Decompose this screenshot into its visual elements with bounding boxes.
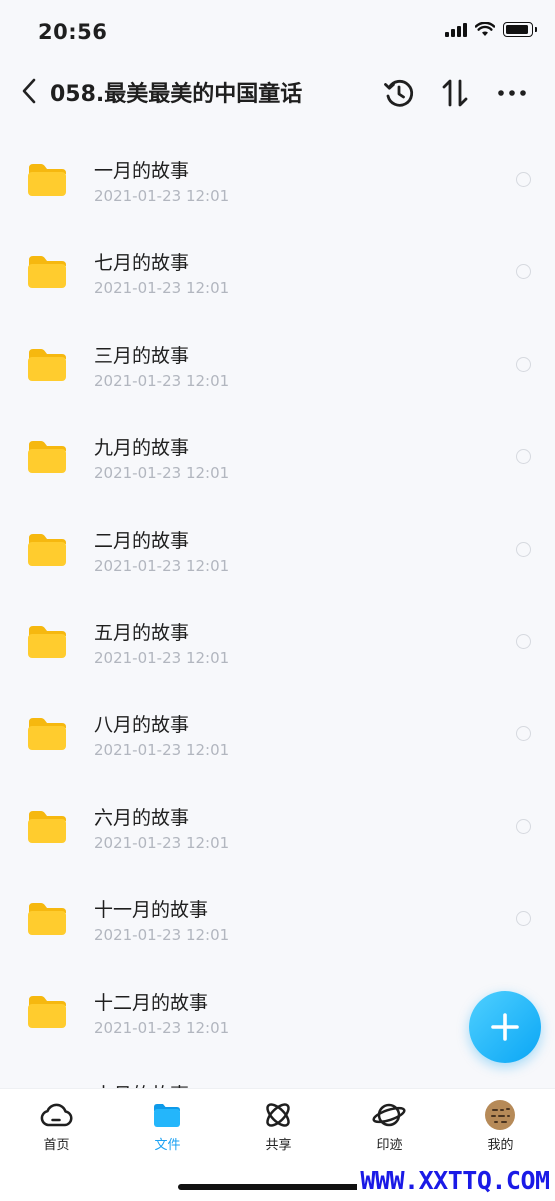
file-name: 三月的故事 [94, 344, 190, 367]
watermark: WWW.XXTTQ.COM [357, 1165, 553, 1197]
file-name: 二月的故事 [94, 529, 190, 552]
history-icon [384, 79, 414, 107]
select-radio[interactable] [516, 818, 531, 834]
folder-icon [28, 348, 66, 381]
list-item[interactable]: 七月的故事 2021-01-23 12:01 [0, 214, 555, 306]
select-radio[interactable] [516, 356, 531, 372]
select-radio[interactable] [516, 633, 531, 649]
file-date: 2021-01-23 12:01 [94, 187, 230, 205]
file-date: 2021-01-23 12:01 [94, 648, 230, 667]
list-item[interactable]: 二月的故事 2021-01-23 12:01 [0, 492, 555, 584]
cloud-home-icon [39, 1099, 73, 1131]
file-name: 十一月的故事 [94, 899, 209, 922]
list-item[interactable]: 五月的故事 2021-01-23 12:01 [0, 584, 555, 676]
avatar [483, 1099, 517, 1131]
home-indicator [178, 1184, 378, 1190]
file-date: 2021-01-23 12:01 [94, 464, 230, 483]
file-date: 2021-01-23 12:01 [94, 371, 230, 390]
wifi-icon [475, 22, 495, 36]
chevron-left-icon [22, 78, 36, 104]
folder-icon [28, 625, 66, 658]
add-button[interactable] [469, 991, 541, 1063]
back-button[interactable] [14, 74, 44, 108]
status-bar: 20:56 [0, 0, 555, 62]
more-icon [498, 90, 526, 96]
select-radio[interactable] [516, 541, 531, 557]
list-item[interactable]: 十一月的故事 2021-01-23 12:01 [0, 861, 555, 953]
list-item[interactable]: 十月的故事 [0, 1046, 555, 1088]
file-name: 七月的故事 [94, 252, 190, 275]
tab-footprint-label: 印迹 [376, 1138, 403, 1153]
file-date: 2021-01-23 12:01 [94, 279, 230, 298]
select-radio[interactable] [516, 264, 531, 280]
file-name: 五月的故事 [94, 621, 190, 644]
folder-icon [28, 995, 66, 1028]
file-name: 六月的故事 [94, 806, 190, 829]
select-radio[interactable] [516, 172, 531, 187]
folder-icon [28, 533, 66, 566]
file-date: 2021-01-23 12:01 [94, 741, 230, 760]
planet-icon [372, 1099, 406, 1131]
file-name: 十月的故事 [94, 1080, 189, 1088]
folder-icon [28, 164, 66, 196]
cellular-signal-icon [445, 22, 467, 37]
sort-icon [442, 79, 468, 107]
file-date: 2021-01-23 12:01 [94, 556, 230, 575]
folder-icon [28, 441, 66, 474]
folder-icon [28, 903, 66, 936]
file-name: 十二月的故事 [94, 991, 209, 1014]
more-button[interactable] [495, 76, 529, 110]
folder-icon [28, 718, 66, 751]
file-name: 一月的故事 [94, 160, 190, 182]
list-item[interactable]: 六月的故事 2021-01-23 12:01 [0, 769, 555, 861]
tab-files-label: 文件 [154, 1138, 181, 1153]
status-icons [445, 22, 537, 37]
status-time: 20:56 [38, 20, 108, 44]
list-item[interactable]: 八月的故事 2021-01-23 12:01 [0, 676, 555, 768]
tab-home-label: 首页 [43, 1138, 70, 1153]
page-title: 058.最美最美的中国童话 [50, 82, 303, 107]
file-name: 八月的故事 [94, 714, 190, 737]
folder-icon [28, 810, 66, 843]
list-item[interactable]: 三月的故事 2021-01-23 12:01 [0, 307, 555, 399]
folder-icon [150, 1099, 184, 1131]
file-date: 2021-01-23 12:01 [94, 926, 230, 945]
share-orbit-icon [261, 1099, 295, 1131]
battery-icon [503, 22, 537, 37]
file-name: 九月的故事 [94, 437, 190, 460]
tab-profile-label: 我的 [487, 1138, 514, 1153]
file-date: 2021-01-23 12:01 [94, 1018, 230, 1037]
tab-share-label: 共享 [265, 1138, 292, 1153]
folder-icon [28, 256, 66, 289]
list-item[interactable]: 一月的故事 2021-01-23 12:01 [0, 122, 555, 214]
tab-profile[interactable]: 我的 [445, 1089, 555, 1159]
file-list: 一月的故事 2021-01-23 12:01 七月的故事 2021-01-23 … [0, 122, 555, 1088]
select-radio[interactable] [516, 726, 531, 742]
sort-button[interactable] [438, 76, 472, 110]
list-item[interactable]: 九月的故事 2021-01-23 12:01 [0, 399, 555, 491]
history-button[interactable] [382, 76, 416, 110]
tab-share[interactable]: 共享 [223, 1089, 334, 1159]
tab-home[interactable]: 首页 [1, 1089, 112, 1159]
tab-footprint[interactable]: 印迹 [334, 1089, 445, 1159]
file-date: 2021-01-23 12:01 [94, 833, 230, 852]
nav-bar: 058.最美最美的中国童话 [0, 62, 555, 122]
tab-files[interactable]: 文件 [112, 1089, 223, 1159]
select-radio[interactable] [516, 911, 531, 927]
select-radio[interactable] [516, 449, 531, 465]
plus-icon [491, 1013, 519, 1041]
